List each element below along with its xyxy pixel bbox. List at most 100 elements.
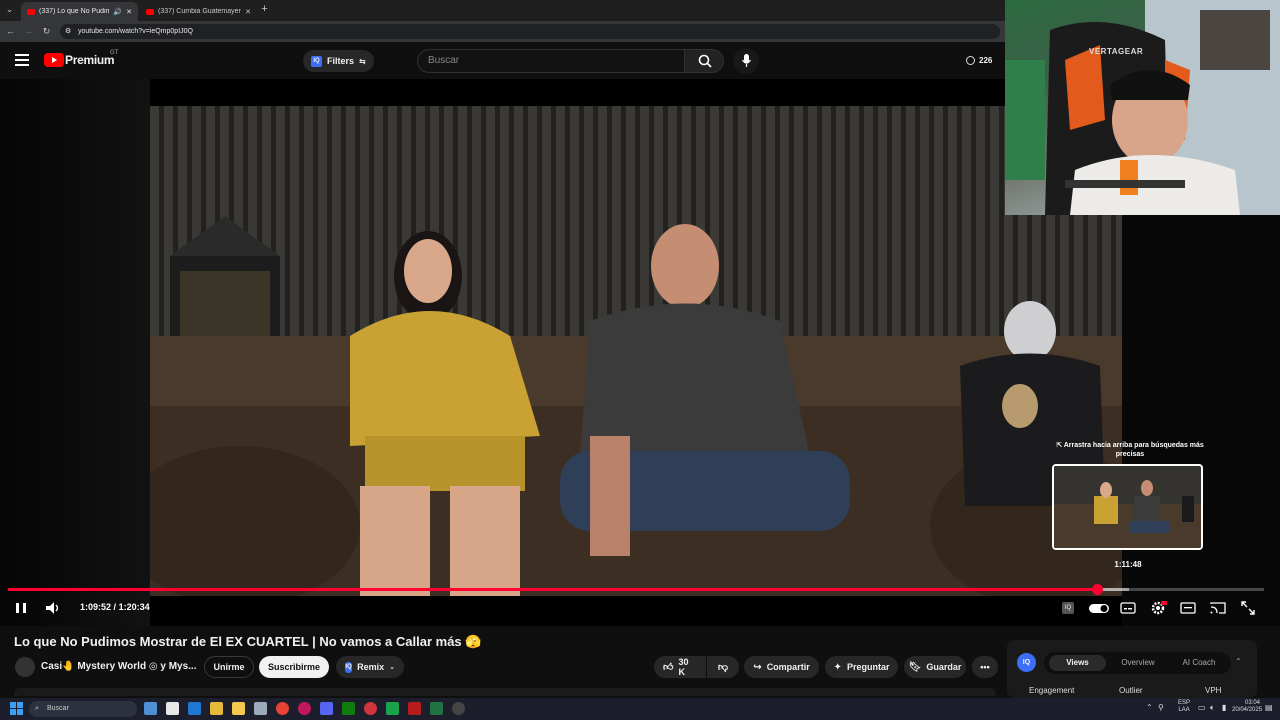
tab-title: (337) Cumbia Guatemayense T [158, 8, 242, 15]
webcam-overlay: VERTAGEAR [1005, 0, 1280, 215]
taskbar-search-placeholder: Buscar [47, 705, 69, 712]
more-actions-button[interactable]: ••• [972, 656, 998, 678]
voice-search-button[interactable] [733, 48, 759, 74]
tab-active[interactable]: (337) Lo que No Pudimos M 🔊 ✕ [21, 2, 138, 21]
remix-label: Remix [357, 662, 385, 672]
tab-ai-coach[interactable]: AI Coach [1169, 655, 1229, 671]
like-count: 30 K [678, 657, 689, 677]
current-time: 1:09:52 [80, 602, 112, 612]
reload-icon[interactable]: ↻ [41, 26, 52, 37]
sparkle-icon: ✦ [833, 661, 842, 673]
settings-gear-icon[interactable] [1149, 599, 1167, 617]
sticky-notes-icon[interactable] [210, 702, 223, 715]
filters-button[interactable]: IQ Filters ⇆ [303, 50, 374, 72]
remix-button[interactable]: IQ Remix ⌄ [336, 656, 404, 678]
app-icon[interactable] [254, 702, 267, 715]
obs-icon[interactable] [452, 702, 465, 715]
cast-icon[interactable] [1209, 599, 1227, 617]
progress-bar[interactable] [8, 584, 1264, 595]
search-input[interactable]: Buscar [417, 49, 685, 73]
url-field[interactable]: ⚙ youtube.com/watch?v=ieQmp0pIJ0Q [60, 24, 1000, 39]
autoplay-toggle-icon[interactable] [1088, 599, 1110, 617]
ask-label: Preguntar [846, 662, 890, 672]
outlook-icon[interactable] [188, 702, 201, 715]
country-code: GT [110, 50, 119, 56]
iq-extension-button[interactable]: IQ [1059, 599, 1077, 617]
windows-start-icon[interactable] [10, 702, 23, 715]
notification-count[interactable]: 226 [979, 56, 992, 65]
chevron-up-icon[interactable]: ⌃ [1146, 703, 1153, 712]
subtitles-icon[interactable] [1119, 599, 1137, 617]
location-icon: ⚲ [1158, 703, 1164, 712]
join-label: Unirme [213, 662, 245, 672]
back-icon[interactable]: ← [5, 26, 16, 37]
player-controls: 1:09:52 / 1:20:34 IQ [0, 597, 1280, 619]
chevron-up-icon[interactable]: ⌃ [1235, 657, 1242, 666]
filters-label: Filters [327, 56, 355, 66]
pause-icon[interactable] [12, 599, 30, 617]
ask-button[interactable]: ✦ Preguntar [825, 656, 898, 678]
like-button[interactable]: 👍︎ 30 K [654, 656, 706, 678]
tab-views[interactable]: Views [1049, 655, 1106, 671]
app-icon[interactable] [386, 702, 399, 715]
taskbar-search[interactable]: ⌕ Buscar [29, 701, 137, 717]
media-player-icon[interactable] [364, 702, 377, 715]
share-button[interactable]: ↪ Compartir [744, 656, 819, 678]
notepad-icon[interactable] [166, 702, 179, 715]
bookmark-icon: 🔖︎ [908, 661, 922, 673]
time-display: 1:09:52 / 1:20:34 [80, 602, 150, 612]
channel-avatar[interactable] [15, 657, 35, 677]
notifications-icon[interactable]: ▤ [1265, 703, 1273, 712]
clock-time: 03:04 [1244, 700, 1260, 706]
chrome-icon[interactable] [276, 702, 289, 715]
discord-icon[interactable] [320, 702, 333, 715]
join-button[interactable]: Unirme [204, 656, 254, 678]
search-icon: ⌕ [35, 705, 39, 712]
time-separator: / [113, 602, 117, 612]
tab-close-icon[interactable]: ✕ [245, 8, 251, 16]
save-button[interactable]: 🔖︎ Guardar [904, 656, 966, 678]
new-tab-icon[interactable]: + [259, 4, 270, 15]
subscribe-button[interactable]: Suscribirme [259, 656, 329, 678]
column-engagement: Engagement [1029, 686, 1075, 695]
dislike-button[interactable]: 👎︎ [707, 656, 739, 678]
file-explorer-icon[interactable] [232, 702, 245, 715]
opera-icon[interactable] [298, 702, 311, 715]
tab-list-icon[interactable]: ⌄ [4, 4, 15, 15]
volume-icon[interactable] [44, 599, 62, 617]
speaker-icon: 🔊 [113, 8, 123, 16]
seek-preview-thumbnail [1052, 464, 1203, 550]
fullscreen-icon[interactable] [1239, 599, 1257, 617]
share-icon: ↪ [753, 661, 762, 673]
video-frame[interactable] [150, 106, 1122, 596]
iq-badge-icon: IQ [345, 661, 353, 673]
language-indicator[interactable]: ESP LAA [1178, 700, 1190, 714]
youtube-masthead: Premium GT IQ Filters ⇆ Buscar 226 [0, 42, 1005, 79]
app-icon[interactable] [408, 702, 421, 715]
drag-hint-text: ⇱ Arrastra hacia arriba para búsquedas m… [1056, 442, 1204, 458]
iq-badge: IQ [1062, 602, 1074, 614]
description-box[interactable] [14, 688, 996, 696]
youtube-premium-label[interactable]: Premium [65, 53, 115, 67]
taskbar-clock[interactable]: 03:04 20/04/2025 [1232, 700, 1262, 714]
excel-icon[interactable] [430, 702, 443, 715]
miniplayer-icon[interactable] [1179, 599, 1197, 617]
youtube-logo-icon[interactable] [44, 53, 64, 67]
channel-name[interactable]: Casi🤚 Mystery World ◎ y Mys... [41, 661, 196, 672]
tab-close-icon[interactable]: ✕ [126, 8, 132, 16]
microphone-icon [742, 54, 751, 68]
site-info-icon[interactable]: ⚙ [65, 24, 71, 39]
xbox-icon[interactable] [342, 702, 355, 715]
iq-badge-icon: IQ [311, 55, 322, 67]
network-icon[interactable]: ▭ [1198, 703, 1206, 712]
task-view-icon[interactable] [144, 702, 157, 715]
menu-icon[interactable] [15, 54, 29, 66]
forward-icon[interactable]: → [23, 26, 34, 37]
tab-inactive[interactable]: (337) Cumbia Guatemayense T ✕ [140, 2, 257, 21]
share-label: Compartir [766, 662, 810, 672]
tab-overview[interactable]: Overview [1108, 655, 1168, 671]
battery-icon[interactable]: ▮ [1222, 703, 1226, 712]
vidiq-panel: IQ Views Overview AI Coach ⌃ Engagement … [1007, 640, 1257, 698]
search-button[interactable] [684, 49, 724, 73]
volume-icon[interactable]: 🔈︎ [1210, 703, 1215, 713]
